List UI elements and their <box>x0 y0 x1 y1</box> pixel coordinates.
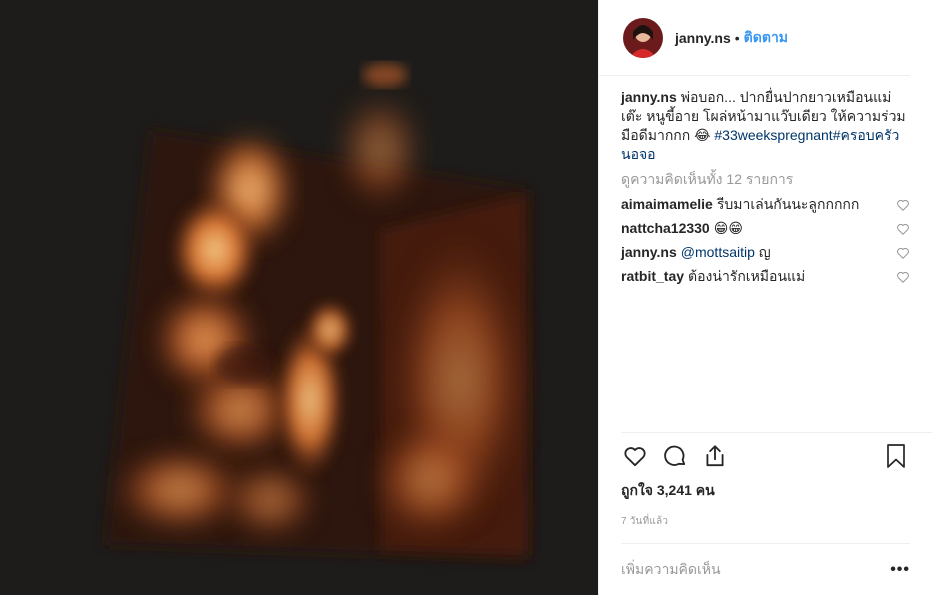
comment-like-heart-icon[interactable] <box>896 246 910 260</box>
comment-text: 😁😁 <box>713 220 743 236</box>
share-icon <box>706 444 724 466</box>
add-comment-input[interactable]: เพิ่มความคิดเห็น <box>621 559 721 581</box>
comment-username[interactable]: ratbit_tay <box>621 268 684 284</box>
post-details-panel: janny.ns • ติดตาม janny.ns พ่อบอก... ปากย… <box>598 0 932 595</box>
comment-mention[interactable]: @mottsaitip <box>681 244 755 260</box>
ultrasound-image <box>0 0 598 595</box>
comment-username[interactable]: nattcha12330 <box>621 220 710 236</box>
comment-text: ญ <box>754 244 771 260</box>
more-options-button[interactable]: ••• <box>890 561 910 579</box>
comment-bubble-icon <box>664 445 686 466</box>
avatar-image <box>623 17 663 58</box>
view-all-comments-link[interactable]: ดูความคิดเห็นทั้ง 12 รายการ <box>621 170 910 189</box>
comment-like-heart-icon[interactable] <box>896 222 910 236</box>
heart-icon <box>624 446 646 466</box>
action-bar <box>621 432 932 478</box>
comment-row: ratbit_tay ต้องน่ารักเหมือนแม่ <box>621 267 910 286</box>
header-separator: • <box>734 29 740 46</box>
post-caption: janny.ns พ่อบอก... ปากยื่นปากยาวเหมือนแม่… <box>621 88 910 164</box>
avatar[interactable] <box>623 17 663 58</box>
comment-username[interactable]: janny.ns <box>621 244 677 260</box>
comment-text: ต้องน่ารักเหมือนแม่ <box>688 268 806 284</box>
bookmark-icon <box>887 443 905 468</box>
comment-like-heart-icon[interactable] <box>896 198 910 212</box>
instagram-post: janny.ns • ติดตาม janny.ns พ่อบอก... ปากย… <box>0 0 932 595</box>
like-count[interactable]: ถูกใจ 3,241 คน <box>599 480 932 502</box>
comment-row: janny.ns @mottsaitip ญ <box>621 243 910 262</box>
post-timestamp[interactable]: 7 วันที่แล้ว <box>599 514 932 529</box>
comment-button[interactable] <box>661 442 689 470</box>
like-button[interactable] <box>621 442 649 470</box>
header-username[interactable]: janny.ns <box>675 30 731 46</box>
comment-username[interactable]: aimaimamelie <box>621 196 713 212</box>
comment-row: aimaimamelie รีบมาเล่นกันนะลูกกกกก <box>621 195 910 214</box>
comment-like-heart-icon[interactable] <box>896 270 910 284</box>
add-comment-bar: เพิ่มความคิดเห็น ••• <box>621 543 910 595</box>
share-button[interactable] <box>701 442 729 470</box>
caption-username[interactable]: janny.ns <box>621 89 677 105</box>
comment-text: รีบมาเล่นกันนะลูกกกกก <box>716 196 860 212</box>
save-button[interactable] <box>882 442 910 470</box>
follow-button[interactable]: ติดตาม <box>744 27 788 49</box>
post-image-ultrasound[interactable] <box>0 0 598 595</box>
post-header: janny.ns • ติดตาม <box>599 0 910 76</box>
comments-section: janny.ns พ่อบอก... ปากยื่นปากยาวเหมือนแม่… <box>599 76 932 432</box>
comment-row: nattcha12330 😁😁 <box>621 219 910 238</box>
